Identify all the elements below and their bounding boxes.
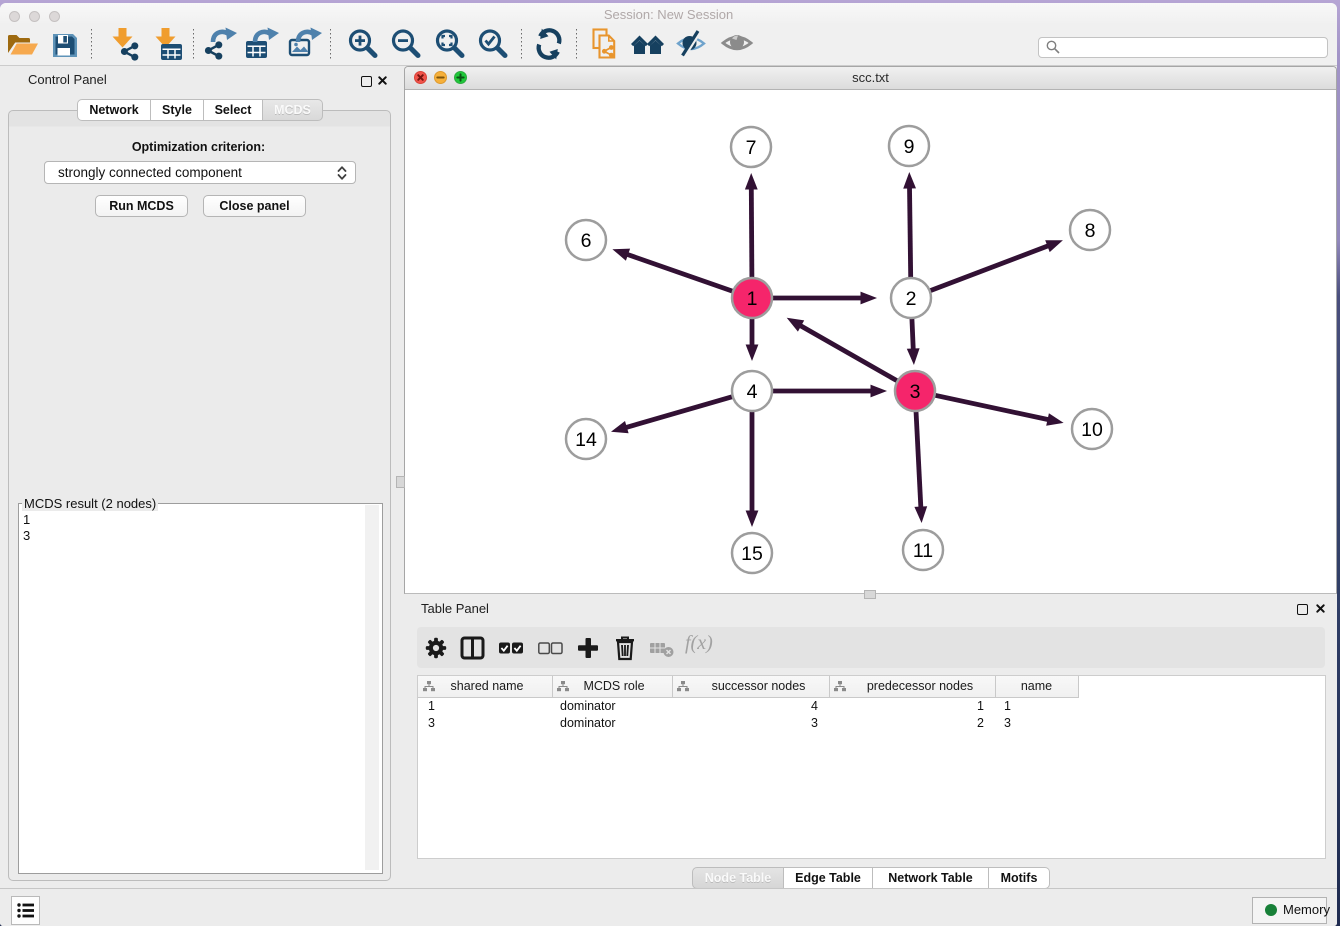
svg-text:2: 2	[906, 288, 917, 310]
svg-text:3: 3	[910, 381, 921, 403]
svg-text:7: 7	[746, 137, 757, 159]
svg-text:11: 11	[913, 540, 933, 562]
svg-text:1: 1	[747, 288, 758, 310]
svg-text:6: 6	[581, 230, 592, 252]
svg-text:15: 15	[741, 543, 763, 565]
svg-text:9: 9	[904, 136, 915, 158]
svg-text:14: 14	[575, 429, 597, 451]
svg-text:8: 8	[1085, 220, 1096, 242]
svg-text:4: 4	[747, 381, 758, 403]
svg-text:10: 10	[1081, 419, 1103, 441]
